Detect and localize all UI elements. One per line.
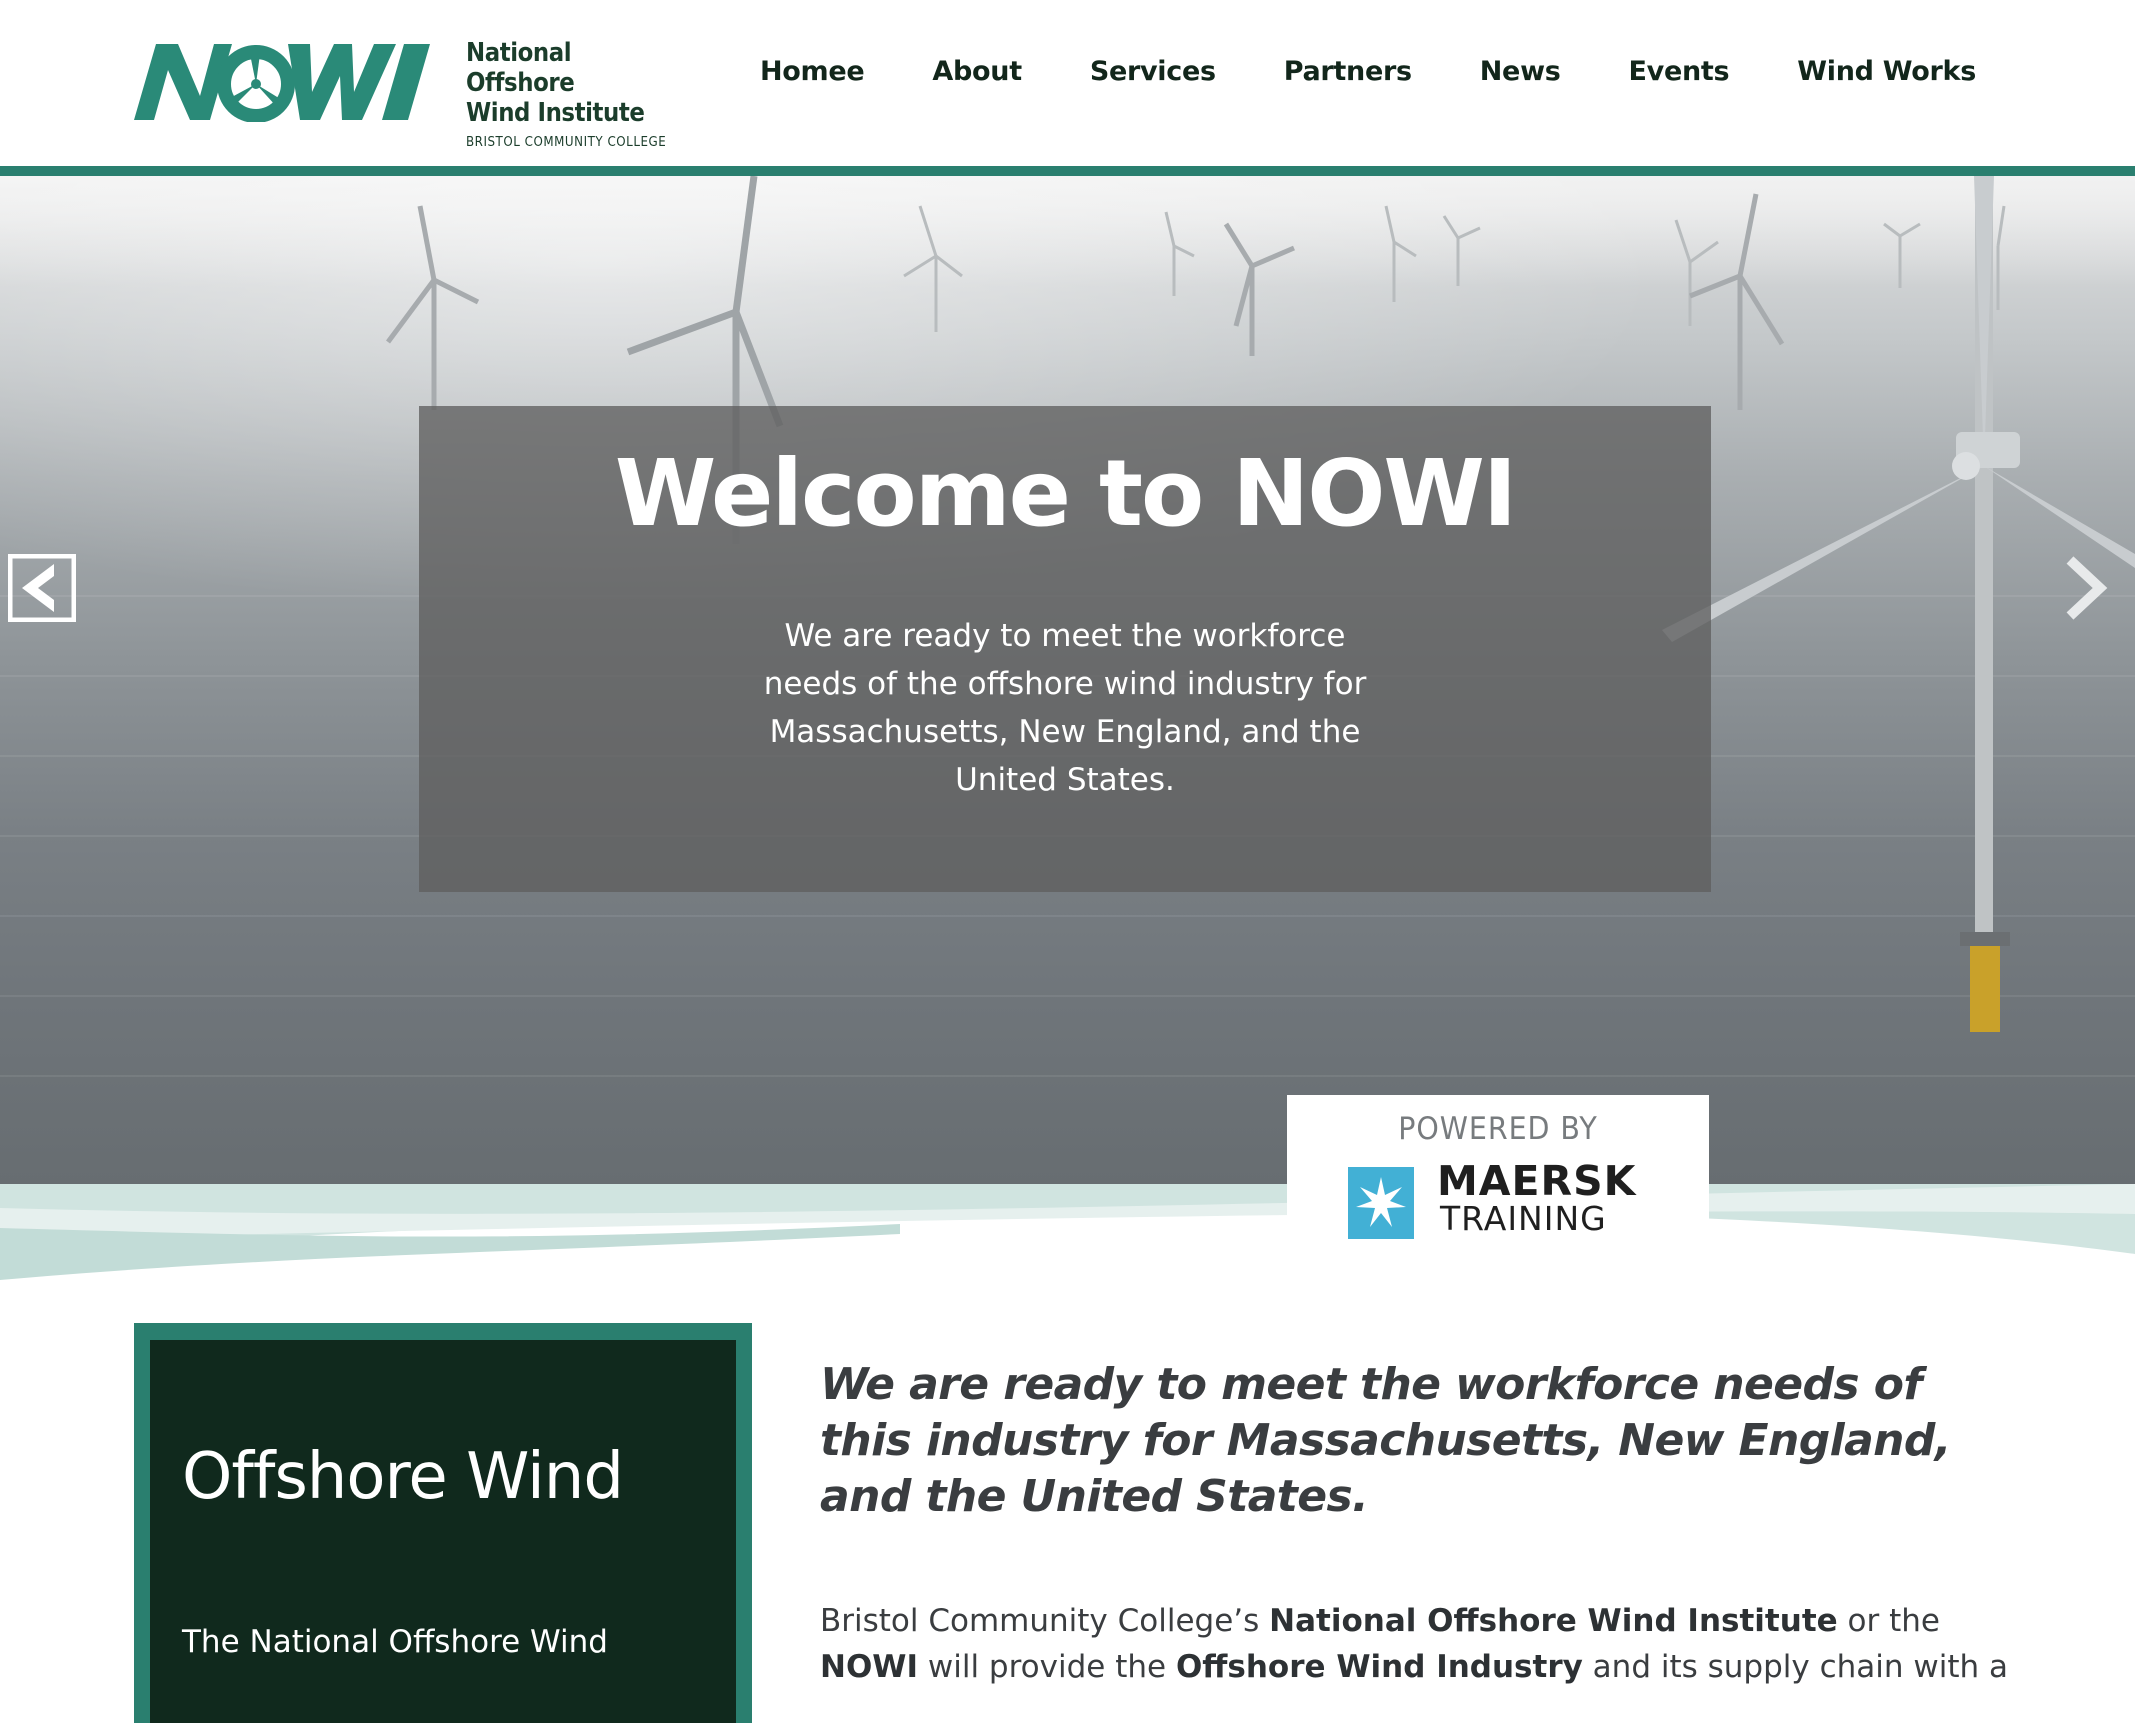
lead-heading: We are ready to meet the workforce needs…: [820, 1359, 1952, 1522]
para-bold-industry: Offshore Wind Industry: [1175, 1649, 1583, 1685]
card-text: The National Offshore Wind: [182, 1624, 608, 1660]
maersk-training: TRAINING: [1440, 1199, 1607, 1238]
logo-line-1: National Offshore: [466, 38, 575, 98]
card-title: Offshore Wind: [182, 1440, 624, 1514]
nav-item-home[interactable]: Homee: [760, 56, 865, 87]
offshore-wind-card-inner: Offshore Wind The National Offshore Wind: [150, 1340, 736, 1723]
wave-divider: [0, 1184, 2135, 1294]
slider-next-button[interactable]: [2056, 554, 2116, 622]
intro-paragraph: Bristol Community College’s National Off…: [820, 1598, 2020, 1690]
logo-line-2: Wind Institute: [466, 98, 645, 128]
offshore-wind-card: Offshore Wind The National Offshore Wind: [134, 1323, 752, 1723]
site-header: National Offshore Wind Institute BRISTOL…: [0, 0, 2135, 166]
maersk-brand: MAERSK: [1437, 1157, 1637, 1205]
maersk-star-icon: [1348, 1167, 1414, 1239]
nowi-logo-mark: [134, 44, 430, 122]
slider-prev-button[interactable]: [7, 553, 77, 623]
site-logo[interactable]: National Offshore Wind Institute BRISTOL…: [134, 38, 694, 150]
hero-caption: Welcome to NOWI We are ready to meet the…: [419, 406, 1711, 892]
header-divider: [0, 166, 2135, 176]
para-text-4: and its supply chain with a: [1582, 1649, 2009, 1685]
para-text-1: Bristol Community College’s: [820, 1603, 1270, 1639]
nav-item-news[interactable]: News: [1480, 56, 1561, 87]
chevron-right-icon: [2066, 556, 2108, 620]
nav-item-about[interactable]: About: [932, 56, 1022, 87]
chevron-left-icon: [7, 553, 77, 623]
para-text-2: or the: [1837, 1603, 1940, 1639]
hero-text: We are ready to meet the workforce needs…: [763, 618, 1367, 798]
nav-item-events[interactable]: Events: [1629, 56, 1730, 87]
nav-item-partners[interactable]: Partners: [1284, 56, 1412, 87]
para-bold-institute: National Offshore Wind Institute: [1269, 1603, 1838, 1639]
nav-item-services[interactable]: Services: [1090, 56, 1216, 87]
main-nav: Homee About Services Partners News Event…: [760, 56, 1976, 87]
logo-line-3: BRISTOL COMMUNITY COLLEGE: [466, 134, 667, 150]
logo-text: National Offshore Wind Institute BRISTOL…: [466, 38, 694, 150]
powered-by-badge[interactable]: POWERED BY MAERSK TRAINING: [1287, 1095, 1709, 1245]
hero-slider: Welcome to NOWI We are ready to meet the…: [0, 176, 2135, 1184]
powered-by-label: POWERED BY: [1398, 1111, 1598, 1147]
nav-item-wind-works[interactable]: Wind Works: [1797, 56, 1976, 87]
para-bold-nowi: NOWI: [820, 1649, 919, 1685]
para-text-3: will provide the: [918, 1649, 1176, 1685]
hero-title: Welcome to NOWI: [614, 440, 1517, 547]
